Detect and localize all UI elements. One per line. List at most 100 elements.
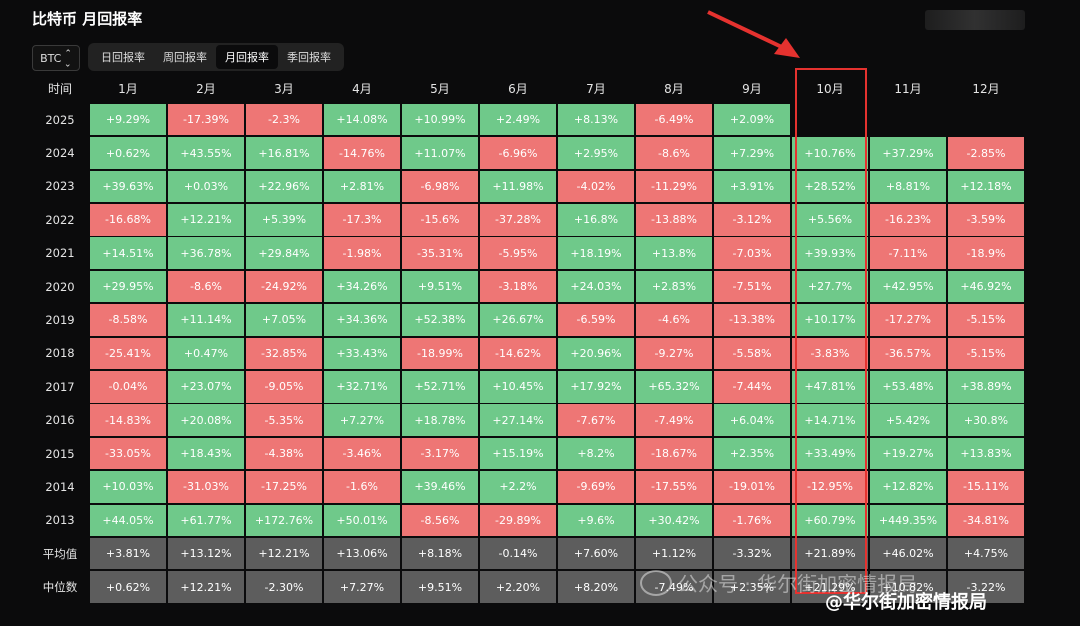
return-cell: +11.07% [402,137,478,169]
brand-label: @华尔街加密情报局 [825,588,987,614]
blurred-logo [925,10,1025,30]
return-cell: +30.42% [636,504,712,537]
return-cell: +14.71% [792,404,868,436]
return-cell: +52.71% [402,371,478,403]
return-cell: -29.89% [480,504,556,537]
tab-monthly[interactable]: 月回报率 [216,45,278,69]
return-cell: -7.11% [870,237,946,269]
return-cell: +9.6% [558,504,634,537]
header-month: 6月 [508,81,528,96]
return-cell: +52.38% [402,304,478,336]
return-cell: +5.56% [792,204,868,236]
return-cell: +39.63% [90,170,166,203]
tab-quarterly[interactable]: 季回报率 [278,45,340,69]
return-cell: -36.57% [870,337,946,370]
return-cell: +2.95% [558,137,634,169]
row-year-label: 2020 [45,279,75,294]
header-month: 8月 [664,81,684,96]
return-cell: +24.03% [558,270,634,303]
return-cell: +18.43% [168,437,244,470]
asset-selector[interactable]: BTC ⌃ ⌃ [32,45,80,71]
return-cell: +42.95% [870,270,946,303]
return-cell: -7.44% [714,371,790,403]
stat-cell: +12.21% [168,571,244,603]
return-cell: -16.68% [90,204,166,236]
return-cell: +5.42% [870,404,946,436]
return-cell: -19.01% [714,471,790,503]
return-cell: -7.49% [636,404,712,436]
row-year-label: 2019 [45,312,75,327]
return-cell: +3.91% [714,170,790,203]
return-cell: -5.15% [948,337,1024,370]
row-stat-label: 平均值 [42,546,78,561]
stat-cell: +2.35% [714,571,790,603]
arrow-icon [707,10,800,58]
return-cell: -8.56% [402,504,478,537]
return-cell: +61.77% [168,504,244,537]
return-cell: -3.12% [714,204,790,236]
return-cell: -6.98% [402,170,478,203]
return-cell: -8.6% [636,137,712,169]
return-cell: +7.29% [714,137,790,169]
return-cell: +2.09% [714,103,790,136]
return-cell: -33.05% [90,437,166,470]
row-year-label: 2023 [45,179,75,194]
return-cell: +38.89% [948,371,1024,403]
stat-cell: +8.18% [402,537,478,570]
return-cell: -25.41% [90,337,166,370]
return-cell: +43.55% [168,137,244,169]
return-cell: +14.51% [90,237,166,269]
return-cell: -5.95% [480,237,556,269]
return-cell: -18.9% [948,237,1024,269]
return-cell: +16.81% [246,137,322,169]
header-month: 5月 [430,81,450,96]
return-cell [948,104,1024,136]
return-cell: -7.51% [714,270,790,303]
return-cell: +32.71% [324,371,400,403]
row-year-label: 2025 [45,112,75,127]
return-cell: -4.38% [246,437,322,470]
return-cell: +37.29% [870,137,946,169]
return-cell: -17.27% [870,304,946,336]
return-cell: -8.6% [168,270,244,303]
tab-daily[interactable]: 日回报率 [92,45,154,69]
stat-cell: +7.27% [324,571,400,603]
return-cell [870,104,946,136]
returns-table: 时间 1月 2月 3月 4月 5月 6月 7月 8月 9月 10月 11月 12月 2025 +9.29% -… [32,74,1024,603]
return-cell: -9.05% [246,371,322,403]
return-cell: +2.81% [324,170,400,203]
row-year-label: 2013 [45,513,75,528]
return-cell: -17.3% [324,204,400,236]
return-cell: -17.25% [246,471,322,503]
return-cell: +10.99% [402,103,478,136]
return-cell: +36.78% [168,237,244,269]
return-cell: -12.95% [792,471,868,503]
row-year-label: 2021 [45,246,75,261]
return-cell: +39.93% [792,237,868,269]
return-cell: +10.76% [792,137,868,169]
return-cell: -6.96% [480,137,556,169]
return-cell: -9.27% [636,337,712,370]
return-cell: +13.83% [948,437,1024,470]
row-year-label: 2022 [45,212,75,227]
return-cell: -18.99% [402,337,478,370]
header-month: 10月 [816,81,844,96]
return-cell: +172.76% [246,504,322,537]
return-cell: -2.85% [948,137,1024,169]
period-tabs: 日回报率 周回报率 月回报率 季回报率 [88,43,344,71]
return-cell: +12.82% [870,471,946,503]
return-cell: +7.27% [324,404,400,436]
tab-weekly[interactable]: 周回报率 [154,45,216,69]
row-stat-label: 中位数 [42,580,78,595]
stat-cell: +12.21% [246,537,322,570]
stat-cell: +21.89% [792,537,868,570]
stat-cell: +13.06% [324,537,400,570]
return-cell: +5.39% [246,204,322,236]
return-cell: +11.98% [480,170,556,203]
return-cell: +0.03% [168,170,244,203]
stat-cell: +13.12% [168,537,244,570]
stat-cell: +9.51% [402,571,478,603]
row-year-label: 2014 [45,479,75,494]
return-cell: +44.05% [90,504,166,537]
return-cell: +34.26% [324,270,400,303]
